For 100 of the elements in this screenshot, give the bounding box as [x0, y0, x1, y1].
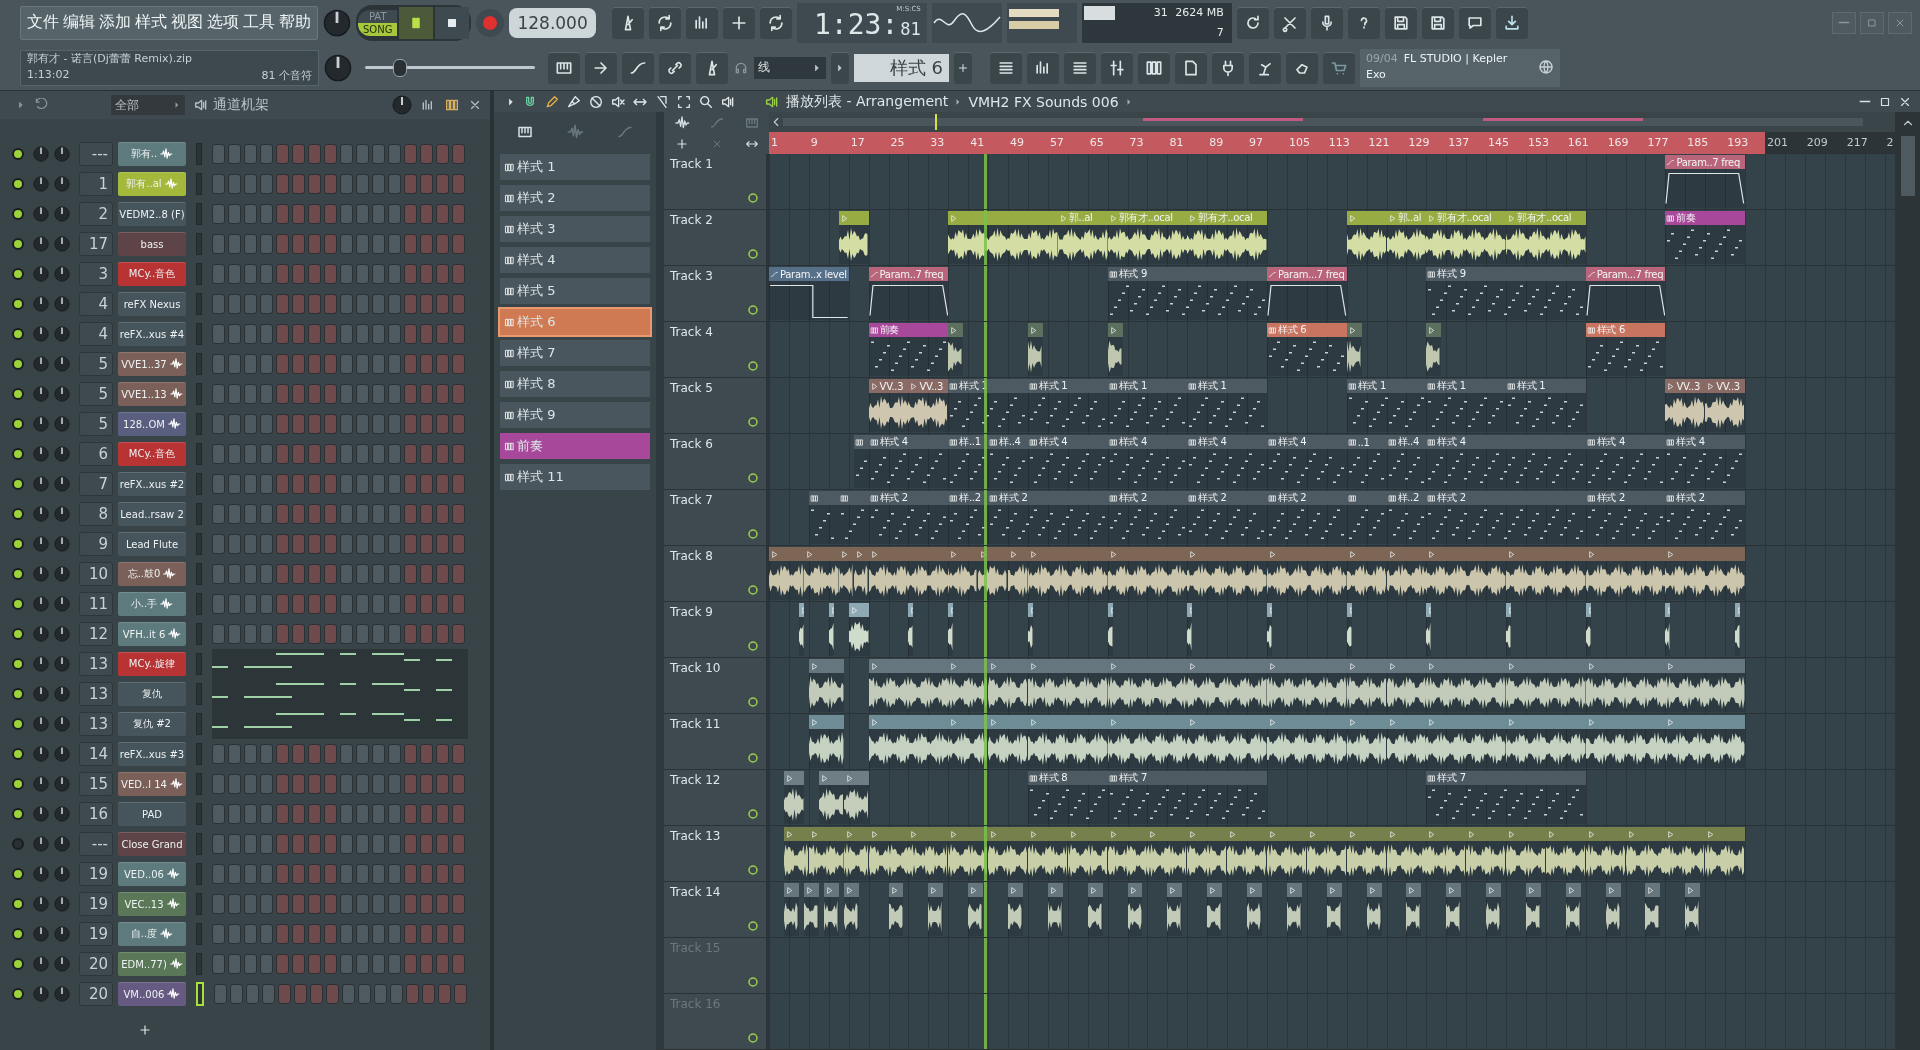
menu-item[interactable]: 文件	[27, 12, 59, 33]
menu-item[interactable]: 视图	[171, 12, 203, 33]
pattern-clip[interactable]: 样式 4	[1027, 435, 1108, 488]
channel-button[interactable]: 忘..鼓0	[118, 562, 186, 586]
pattern-clip[interactable]: 样..2	[948, 491, 989, 544]
clip-header[interactable]: 样式 9	[1426, 267, 1586, 281]
clip-header[interactable]: 样式 4	[1027, 435, 1108, 449]
pattern-clip[interactable]: 样式 2	[988, 491, 1108, 544]
mixer-track-field[interactable]: 13	[79, 652, 113, 676]
mixer-track-field[interactable]: 19	[79, 922, 113, 946]
pattern-item[interactable]: 样式 9	[500, 402, 650, 428]
mixer-track-field[interactable]: 3	[79, 262, 113, 286]
snap-dropdown[interactable]: 线	[754, 56, 826, 79]
clip-header[interactable]: 样..4	[988, 435, 1028, 449]
pattern-clip[interactable]: 样式 1	[948, 379, 1028, 432]
channel-button[interactable]: MCy..音色	[118, 442, 186, 466]
mixer-track-field[interactable]: 9	[79, 532, 113, 556]
clip-header[interactable]: VV..3	[1705, 379, 1746, 393]
channel-button[interactable]: 复仇 #2	[118, 712, 186, 736]
clip-header[interactable]: 样式 7	[1426, 771, 1586, 785]
channel-button[interactable]: 自..度	[118, 922, 186, 946]
pattern-clip[interactable]: 样式 4	[1267, 435, 1347, 488]
clip-header[interactable]: 前奏	[868, 323, 949, 337]
mixer-track-field[interactable]: 19	[79, 892, 113, 916]
clip-header[interactable]: 样式 2	[1267, 491, 1347, 505]
pattern-clip[interactable]: 前奏	[868, 323, 949, 376]
clip-header[interactable]: VV..3	[908, 379, 949, 393]
track-header[interactable]: Track 14	[664, 882, 769, 937]
clip-header[interactable]: 样式 4	[1665, 435, 1746, 449]
mixer-track-field[interactable]: 20	[79, 952, 113, 976]
pattern-selector[interactable]: 样式 6	[854, 53, 949, 82]
automation-clip[interactable]: Param...7 freq	[1585, 267, 1666, 320]
pattern-clip[interactable]: 样式 1	[1187, 379, 1267, 432]
pattern-clip[interactable]: 前奏	[1665, 211, 1746, 264]
channel-button[interactable]: MCy..音色	[118, 262, 186, 286]
pattern-clip[interactable]: 样..2	[1386, 491, 1427, 544]
mixer-track-field[interactable]: 11	[79, 592, 113, 616]
channel-button[interactable]: reFX..xus #4	[118, 322, 186, 346]
menu-item[interactable]: 选项	[207, 12, 239, 33]
mixer-track-field[interactable]: 4	[79, 322, 113, 346]
track-header[interactable]: Track 4	[664, 322, 769, 377]
mixer-track-field[interactable]: 5	[79, 382, 113, 406]
channel-button[interactable]: 小..手	[118, 592, 186, 616]
clip-header[interactable]: ..1	[1346, 435, 1387, 449]
clip-header[interactable]: 样式 9	[1107, 267, 1267, 281]
clip-header[interactable]: 样式 6	[1585, 323, 1666, 337]
automation-clip[interactable]: Param...7 freq	[1267, 267, 1347, 320]
track-header[interactable]: Track 8	[664, 546, 769, 601]
pattern-clip[interactable]: 样式 9	[1426, 267, 1586, 320]
mixer-track-field[interactable]: 12	[79, 622, 113, 646]
channel-button[interactable]: Lead..rsaw 2	[118, 502, 186, 526]
pattern-clip[interactable]: 样式 7	[1426, 771, 1586, 824]
clip-header[interactable]: 样式 8	[1027, 771, 1108, 785]
clip-header[interactable]: 样式 1	[1107, 379, 1188, 393]
pattern-clip[interactable]: 样式 4	[1107, 435, 1188, 488]
clip-header[interactable]: 样式 4	[1585, 435, 1666, 449]
channel-button[interactable]: VVE1..13	[118, 382, 186, 406]
clip-header[interactable]: Param...7 freq	[1585, 267, 1666, 281]
mixer-track-field[interactable]: 2	[79, 202, 113, 226]
mixer-track-field[interactable]: 20	[79, 982, 113, 1006]
menu-item[interactable]: 样式	[135, 12, 167, 33]
pattern-clip[interactable]: 样式 2	[1107, 491, 1188, 544]
mixer-track-field[interactable]: 17	[79, 232, 113, 256]
mixer-track-field[interactable]: 14	[79, 742, 113, 766]
menu-item[interactable]: 编辑	[63, 12, 95, 33]
pattern-item[interactable]: 前奏	[500, 433, 650, 459]
pattern-clip[interactable]: 样式 2	[1187, 491, 1267, 544]
mixer-track-field[interactable]: 5	[79, 352, 113, 376]
clip-header[interactable]: 样式 1	[1426, 379, 1507, 393]
clip-header[interactable]: 样式 4	[868, 435, 949, 449]
mixer-track-field[interactable]: ---	[79, 142, 113, 166]
channel-button[interactable]: 128..OM	[118, 412, 186, 436]
channel-button[interactable]: VEDM2..8 (F)	[118, 202, 186, 226]
mixer-track-field[interactable]: 1	[79, 172, 113, 196]
automation-clip[interactable]: Param..7 freq	[868, 267, 949, 320]
pattern-clip[interactable]: 样式 4	[868, 435, 949, 488]
channel-button[interactable]: VED..l 14	[118, 772, 186, 796]
automation-clip[interactable]: Param..7 freq	[1665, 155, 1746, 208]
pattern-clip[interactable]: 样式 2	[1585, 491, 1666, 544]
track-header[interactable]: Track 7	[664, 490, 769, 545]
clip-header[interactable]: VV..3	[1665, 379, 1706, 393]
pattern-item[interactable]: 样式 8	[500, 371, 650, 397]
channel-button[interactable]: Close Grand	[118, 832, 186, 856]
channel-button[interactable]: VED..06	[118, 862, 186, 886]
mixer-track-field[interactable]: 6	[79, 442, 113, 466]
channel-button[interactable]: reFX Nexus	[118, 292, 186, 316]
mixer-track-field[interactable]: 13	[79, 682, 113, 706]
channel-button[interactable]: reFX..xus #3	[118, 742, 186, 766]
filter-dropdown[interactable]: 全部	[111, 95, 185, 115]
track-header[interactable]: Track 10	[664, 658, 769, 713]
clip-header[interactable]: 样式 2	[1665, 491, 1746, 505]
mixer-track-field[interactable]: 5	[79, 412, 113, 436]
mixer-track-field[interactable]: 13	[79, 712, 113, 736]
clip-header[interactable]: 样式 2	[1187, 491, 1267, 505]
pattern-clip[interactable]: 样式 4	[1187, 435, 1267, 488]
channel-button[interactable]: reFX..xus #2	[118, 472, 186, 496]
clip-header[interactable]: 样式 2	[988, 491, 1108, 505]
clip-header[interactable]: Param..7 freq	[868, 267, 949, 281]
channel-button[interactable]: bass	[118, 232, 186, 256]
audio-clip[interactable]: VV..3	[1705, 379, 1746, 432]
